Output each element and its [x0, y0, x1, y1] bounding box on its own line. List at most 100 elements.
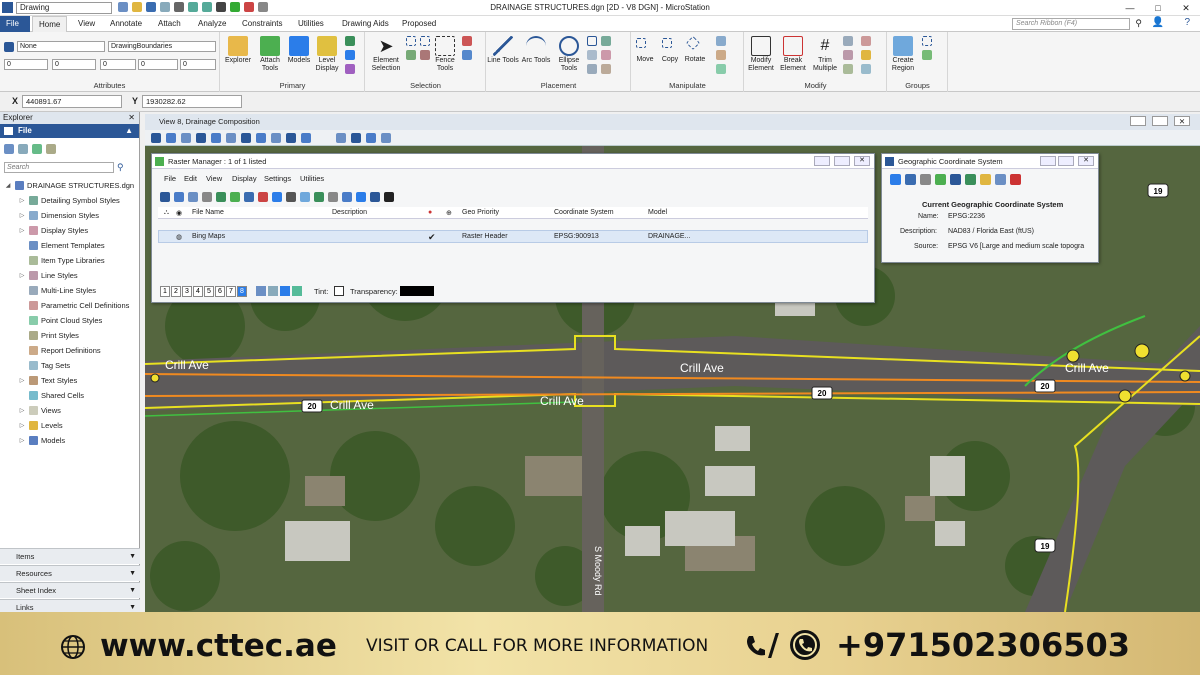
- pin-icon[interactable]: [920, 174, 931, 185]
- tree-item[interactable]: ▷ Line Styles: [18, 271, 78, 280]
- tab-attach[interactable]: Attach: [152, 16, 187, 32]
- dialog-close-button[interactable]: ✕: [1078, 156, 1094, 166]
- minimize-button[interactable]: —: [1116, 0, 1144, 16]
- update-view-icon[interactable]: [196, 133, 206, 143]
- change-attributes-icon[interactable]: [861, 50, 871, 60]
- menu-display[interactable]: Display: [232, 174, 257, 183]
- tasks-icon[interactable]: [345, 64, 355, 74]
- level-dropdown[interactable]: None: [17, 41, 105, 52]
- show-details-icon[interactable]: [18, 144, 28, 154]
- view-page-button[interactable]: 1: [160, 286, 170, 297]
- fit-view-icon[interactable]: [256, 133, 266, 143]
- view-page-button[interactable]: 7: [226, 286, 236, 297]
- tree-item[interactable]: Parametric Cell Definitions: [18, 301, 129, 310]
- match-icon[interactable]: [356, 192, 366, 202]
- view-page-button[interactable]: 2: [171, 286, 181, 297]
- dialog-minimize-button[interactable]: [814, 156, 830, 166]
- group-holes-icon[interactable]: [922, 50, 932, 60]
- view-close-button[interactable]: ✕: [1174, 116, 1190, 126]
- from-file-icon[interactable]: [935, 174, 946, 185]
- menu-edit[interactable]: Edit: [184, 174, 197, 183]
- tree-item[interactable]: ▷ Levels: [18, 421, 63, 430]
- whatsapp-icon[interactable]: [788, 628, 822, 662]
- tab-proposed[interactable]: Proposed: [396, 16, 442, 32]
- pan-view-icon[interactable]: [286, 133, 296, 143]
- y-coordinate-input[interactable]: 1930282.62: [142, 95, 242, 108]
- tree-item[interactable]: ▷ Display Styles: [18, 226, 88, 235]
- attach-icon[interactable]: [188, 192, 198, 202]
- phone-number[interactable]: +971502306503: [836, 626, 1130, 664]
- text-icon[interactable]: [601, 36, 611, 46]
- modify-element-button[interactable]: Modify Element: [745, 36, 777, 73]
- display-style-icon[interactable]: [166, 133, 176, 143]
- collapse-icon[interactable]: ▲: [125, 124, 133, 138]
- tree-item[interactable]: ▷ Dimension Styles: [18, 211, 99, 220]
- display-checkmark[interactable]: ✔: [428, 232, 436, 243]
- expand-icon[interactable]: ▷: [18, 197, 26, 204]
- match-attributes-icon[interactable]: [861, 64, 871, 74]
- transparency-icon[interactable]: [300, 192, 310, 202]
- expand-icon[interactable]: ▷: [18, 422, 26, 429]
- user-icon[interactable]: 👤: [1152, 17, 1164, 28]
- properties-icon[interactable]: [345, 50, 355, 60]
- delete-icon[interactable]: [1010, 174, 1021, 185]
- panel-items[interactable]: Items ▼: [0, 548, 140, 564]
- folder-icon[interactable]: [980, 174, 991, 185]
- fence-select-icon[interactable]: [406, 36, 416, 46]
- spline-icon[interactable]: [601, 64, 611, 74]
- window-area-icon[interactable]: [241, 133, 251, 143]
- detach-icon[interactable]: [216, 192, 226, 202]
- view-minimize-button[interactable]: [1130, 116, 1146, 126]
- priority-dropdown[interactable]: 0: [138, 59, 178, 70]
- select-all-icon[interactable]: [420, 36, 430, 46]
- website-url[interactable]: www.cttec.ae: [100, 628, 337, 664]
- filter-icon[interactable]: [32, 144, 42, 154]
- tree-item[interactable]: Tag Sets: [18, 361, 70, 370]
- raster-locate-icon[interactable]: [280, 286, 290, 296]
- point-icon[interactable]: [587, 50, 597, 60]
- cell-icon[interactable]: [601, 50, 611, 60]
- dialog-minimize-button[interactable]: [1040, 156, 1056, 166]
- search-icon[interactable]: ⚲: [117, 162, 124, 173]
- expand-icon[interactable]: ▷: [18, 377, 26, 384]
- view-maximize-button[interactable]: [1152, 116, 1168, 126]
- extend-icon[interactable]: [843, 36, 853, 46]
- list-view-icon[interactable]: [160, 192, 170, 202]
- expand-icon[interactable]: ▷: [18, 272, 26, 279]
- dialog-maximize-button[interactable]: [1058, 156, 1074, 166]
- view-next-icon[interactable]: [336, 133, 346, 143]
- tint-checkbox[interactable]: [334, 286, 344, 296]
- transparency-color-swatch[interactable]: [400, 286, 434, 296]
- move-button[interactable]: Move: [632, 56, 658, 64]
- tab-home[interactable]: Home: [32, 16, 68, 32]
- col-model[interactable]: Model: [648, 209, 667, 216]
- col-geo-priority[interactable]: Geo Priority: [462, 209, 499, 216]
- view-page-button[interactable]: 3: [182, 286, 192, 297]
- linestyle-dropdown[interactable]: 0: [100, 59, 136, 70]
- dialog-maximize-button[interactable]: [834, 156, 850, 166]
- transparency-dropdown[interactable]: 0: [180, 59, 216, 70]
- explorer-button[interactable]: Explorer: [223, 36, 253, 65]
- contrast-icon[interactable]: [384, 192, 394, 202]
- tab-view[interactable]: View: [72, 16, 101, 32]
- fillet-icon[interactable]: [843, 50, 853, 60]
- view-page-button[interactable]: 8: [237, 286, 247, 297]
- view-previous-icon[interactable]: [301, 133, 311, 143]
- camera-icon[interactable]: [381, 133, 391, 143]
- tree-item[interactable]: ▷ Views: [18, 406, 61, 415]
- expand-icon[interactable]: ▷: [18, 437, 26, 444]
- level-display-button[interactable]: Level Display: [313, 36, 341, 73]
- curve-icon[interactable]: [587, 64, 597, 74]
- close-button[interactable]: ✕: [1172, 0, 1200, 16]
- raster-display-icon[interactable]: [256, 286, 266, 296]
- saved-views-icon[interactable]: [366, 133, 376, 143]
- panel-sheet-index[interactable]: Sheet Index ▼: [0, 582, 140, 598]
- tint-icon[interactable]: [314, 192, 324, 202]
- menu-settings[interactable]: Settings: [264, 174, 291, 183]
- warp-icon[interactable]: [286, 192, 296, 202]
- create-region-button[interactable]: Create Region: [888, 36, 918, 73]
- line-tools-button[interactable]: Line Tools: [487, 36, 519, 65]
- search-icon[interactable]: ⚲: [1135, 18, 1142, 29]
- copy-button[interactable]: Copy: [658, 56, 682, 64]
- scale-icon[interactable]: [716, 36, 726, 46]
